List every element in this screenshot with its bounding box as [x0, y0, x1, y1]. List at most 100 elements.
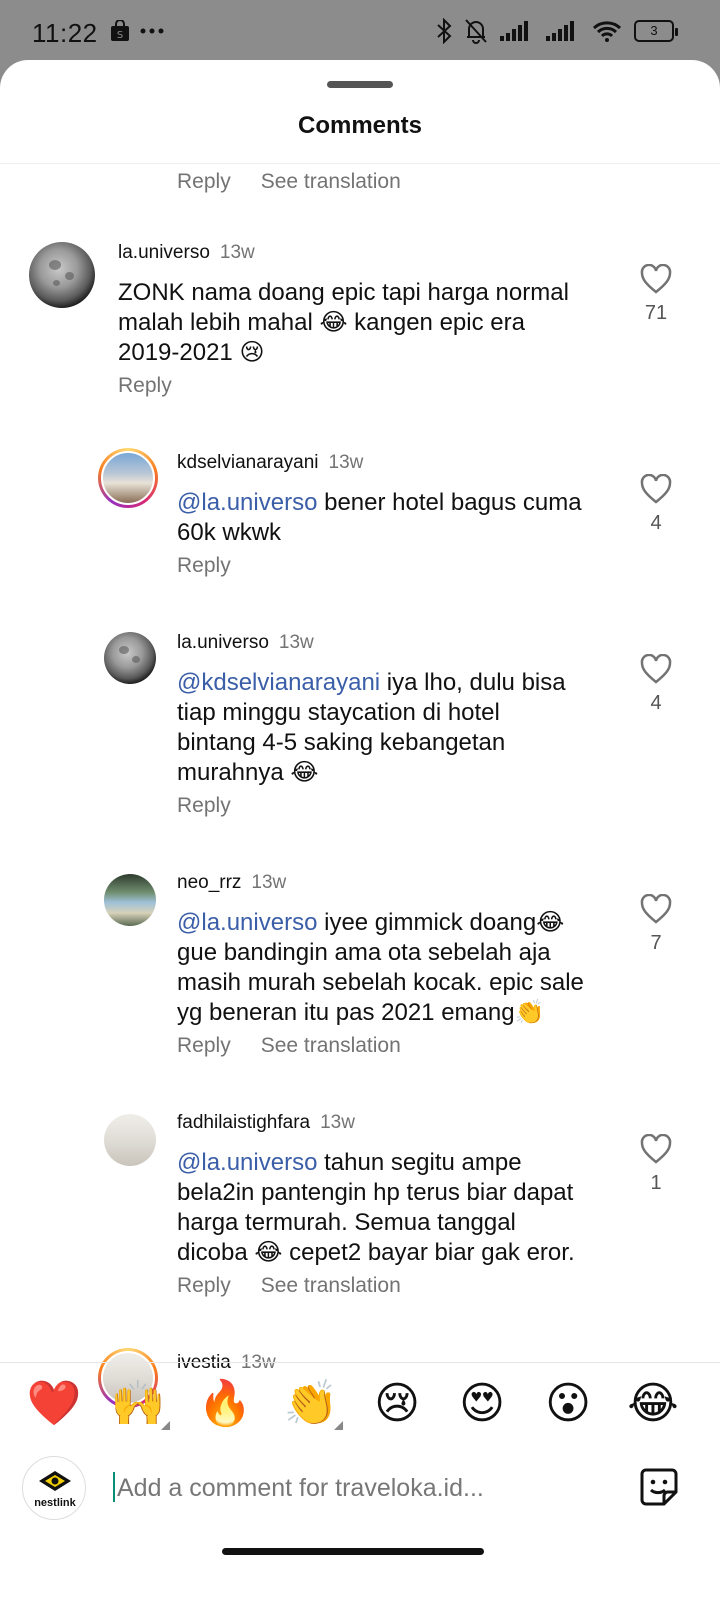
comment-item: la.universo 13w ZONK nama doang epic tapi… — [0, 238, 720, 408]
like-count: 7 — [650, 932, 662, 954]
like-count: 71 — [644, 302, 668, 324]
mention-link[interactable]: @kdselvianarayani — [177, 669, 380, 696]
comment-actions: Reply — [177, 554, 231, 578]
timestamp: 13w — [328, 452, 364, 473]
status-time: 11:22 — [32, 18, 98, 48]
username[interactable]: neo_rrz — [177, 872, 241, 893]
comment-text: @la.universo bener hotel bagus cuma 60k … — [177, 489, 582, 546]
reply-button[interactable]: Reply — [177, 170, 231, 194]
emoji-button[interactable]: 🙌 — [110, 1376, 170, 1432]
comment-actions: Reply — [118, 374, 172, 398]
username[interactable]: la.universo — [177, 632, 269, 653]
comment-meta: fadhilaistighfara 13w — [177, 1112, 355, 1134]
like-button[interactable]: 4 — [636, 474, 676, 535]
username[interactable]: la.universo — [118, 242, 210, 263]
emoji-button[interactable]: 😮 — [540, 1376, 596, 1432]
comment-item: la.universo 13w @kdselvianarayani iya lho… — [0, 628, 720, 838]
comment-meta: la.universo 13w — [118, 242, 255, 264]
avatar-logo-text: nestlink — [34, 1497, 76, 1509]
comment-text: ZONK nama doang epic tapi harga normal m… — [118, 279, 569, 366]
sticker-icon[interactable] — [638, 1466, 680, 1508]
comments-sheet: Comments Reply See translation la.univer… — [0, 60, 720, 1600]
comment-input[interactable] — [117, 1468, 597, 1508]
like-count: 4 — [650, 512, 662, 534]
comment-meta: neo_rrz 13w — [177, 872, 286, 894]
signal-icon — [546, 21, 574, 41]
comment-meta: ivestia 13w — [177, 1352, 276, 1374]
comment-actions: Reply See translation — [177, 170, 401, 194]
emoji-button[interactable]: 😍 — [454, 1376, 510, 1432]
status-right-icons: 3 — [436, 18, 678, 44]
reply-button[interactable]: Reply — [177, 554, 231, 578]
comment-text: @kdselvianarayani iya lho, dulu bisa tia… — [177, 669, 566, 786]
status-left-icons: S — [110, 20, 164, 42]
bluetooth-icon — [437, 18, 452, 44]
text-caret — [113, 1472, 115, 1502]
avatar[interactable] — [104, 1114, 156, 1166]
mention-link[interactable]: @la.universo — [177, 1149, 317, 1176]
heart-icon[interactable] — [640, 1134, 672, 1164]
timestamp: 13w — [278, 632, 314, 653]
username[interactable]: kdselvianarayani — [177, 452, 319, 473]
timestamp: 13w — [320, 1112, 355, 1133]
timestamp: 13w — [219, 242, 255, 263]
comment-actions: Reply See translation — [177, 1034, 401, 1058]
wifi-icon — [592, 21, 622, 42]
avatar[interactable] — [104, 874, 156, 926]
like-button[interactable]: 7 — [636, 894, 676, 955]
divider — [0, 1362, 720, 1363]
avatar: nestlink — [22, 1456, 86, 1520]
comments-list[interactable]: Reply See translation la.universo 13w ZON… — [0, 164, 720, 1450]
comment-composer: nestlink — [0, 1450, 720, 1530]
comment-item: fadhilaistighfara 13w @la.universo tahun … — [0, 1108, 720, 1318]
like-count: 4 — [650, 692, 662, 714]
emoji-button[interactable]: 🔥 — [197, 1376, 253, 1432]
heart-icon[interactable] — [640, 264, 672, 294]
battery-icon: 3 — [634, 20, 678, 42]
comment-actions: Reply — [177, 794, 231, 818]
home-indicator[interactable] — [222, 1548, 484, 1555]
shopping-bag-icon: S — [111, 20, 129, 41]
comment-text: @la.universo iyee gimmick doang😂 gue ban… — [177, 909, 584, 1026]
comment-meta: kdselvianarayani 13w — [177, 452, 363, 474]
emoji-button[interactable]: 👏 — [283, 1376, 343, 1432]
comment-actions: Reply See translation — [177, 1274, 401, 1298]
reply-button[interactable]: Reply — [177, 794, 231, 818]
comment-item: kdselvianarayani 13w @la.universo bener h… — [0, 448, 720, 598]
emoji-button[interactable]: 😂 — [625, 1376, 681, 1432]
mute-bell-icon — [465, 19, 487, 44]
skin-tone-indicator-icon — [334, 1421, 343, 1430]
heart-icon[interactable] — [640, 894, 672, 924]
avatar[interactable] — [98, 448, 158, 508]
svg-text:S: S — [117, 30, 123, 41]
status-bar: 11:22 S 3 — [0, 0, 720, 64]
skin-tone-indicator-icon — [161, 1421, 170, 1430]
mention-link[interactable]: @la.universo — [177, 909, 317, 936]
comment-text: @la.universo tahun segitu ampe bela2in p… — [177, 1149, 575, 1266]
sheet-grabber[interactable] — [327, 81, 393, 88]
like-count: 1 — [650, 1172, 662, 1194]
reply-button[interactable]: Reply — [177, 1034, 231, 1058]
comment-meta: la.universo 13w — [177, 632, 314, 654]
emoji-button[interactable]: ❤️ — [26, 1376, 82, 1432]
mention-link[interactable]: @la.universo — [177, 489, 317, 516]
like-button[interactable]: 71 — [636, 264, 676, 325]
like-button[interactable]: 1 — [636, 1134, 676, 1195]
reply-button[interactable]: Reply — [177, 1274, 231, 1298]
emoji-button[interactable]: 😢 — [369, 1376, 425, 1432]
signal-icon — [500, 21, 528, 41]
heart-icon[interactable] — [640, 654, 672, 684]
reply-button[interactable]: Reply — [118, 374, 172, 398]
username[interactable]: fadhilaistighfara — [177, 1112, 310, 1133]
see-translation-button[interactable]: See translation — [261, 1274, 401, 1298]
avatar[interactable] — [104, 632, 156, 684]
see-translation-button[interactable]: See translation — [261, 1034, 401, 1058]
like-button[interactable]: 4 — [636, 654, 676, 715]
more-dots-icon — [140, 28, 164, 34]
nestlink-logo-icon — [39, 1471, 71, 1491]
timestamp: 13w — [251, 872, 287, 893]
avatar[interactable] — [29, 242, 95, 308]
sheet-title: Comments — [297, 112, 423, 139]
heart-icon[interactable] — [640, 474, 672, 504]
see-translation-button[interactable]: See translation — [261, 170, 401, 194]
